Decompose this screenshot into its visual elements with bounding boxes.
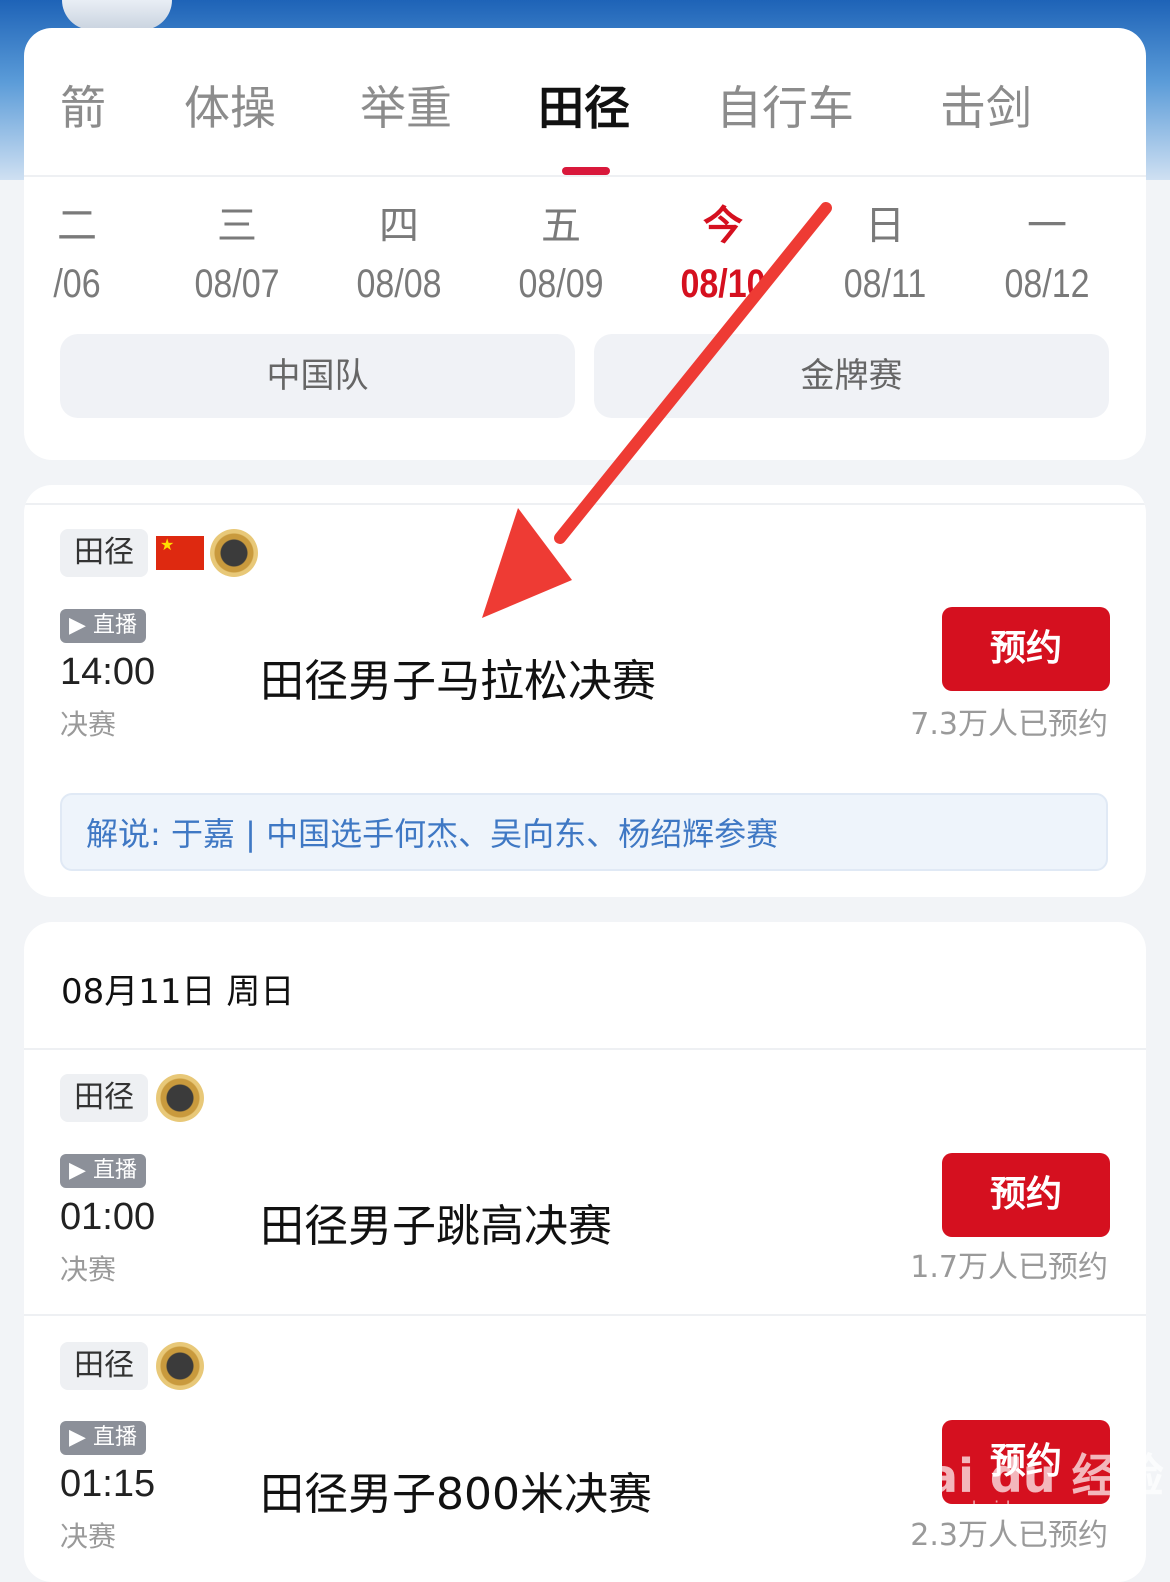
commentary-bar[interactable]: 解说: 于嘉 | 中国选手何杰、吴向东、杨绍辉参赛 [60,793,1108,871]
tab-archery[interactable]: 箭 [60,72,106,138]
day-thu[interactable]: 四 08/08 [334,198,464,314]
live-badge: ▶ 直播 [60,1421,146,1455]
active-tab-indicator [562,167,610,175]
live-label: 直播 [92,1158,137,1183]
day-fri[interactable]: 五 08/09 [496,198,626,314]
sport-tag: 田径 [60,1074,148,1122]
day-weekday: 四 [379,203,419,249]
divider [24,175,1146,177]
tab-cycling[interactable]: 自行车 [716,72,854,138]
sport-tag: 田径 [60,1342,148,1390]
china-flag-icon: ★ [156,536,204,570]
live-badge: ▶ 直播 [60,1154,146,1188]
live-label: 直播 [92,1425,137,1450]
date-header: 08月11日 周日 [61,972,295,1012]
day-weekday: 三 [217,203,257,249]
day-sun[interactable]: 日 08/11 [820,198,950,314]
live-badge: ▶ 直播 [60,609,146,643]
tab-weightlifting[interactable]: 举重 [360,72,452,138]
schedule-filter-card: 箭 体操 举重 田径 自行车 击剑 二 /06 三 08/07 四 08/08 … [24,28,1146,460]
reservation-count: 1.7万人已预约 [910,1250,1108,1285]
day-date: 08/10 [680,262,766,306]
day-date: 08/12 [1004,262,1090,306]
day-date: 08/07 [194,262,280,306]
day-weekday: 二 [57,203,97,249]
day-weekday: 日 [865,203,905,249]
tab-fencing[interactable]: 击剑 [940,72,1032,138]
gold-medal-icon [210,529,258,577]
divider [24,1314,1146,1316]
reserve-button[interactable]: 预约 [942,607,1110,691]
day-weekday: 五 [541,203,581,249]
event-time: 01:15 [60,1463,156,1505]
event-title[interactable]: 田径男子马拉松决赛 [260,645,656,709]
tab-athletics[interactable]: 田径 [538,72,630,138]
day-mon[interactable]: 一 08/12 [982,198,1112,314]
day-date: 08/08 [356,262,442,306]
gold-medal-icon [156,1342,204,1390]
day-date: 08/11 [843,262,927,306]
event-title[interactable]: 田径男子跳高决赛 [260,1190,612,1254]
tab-gymnastics[interactable]: 体操 [184,72,276,138]
avatar [62,0,172,30]
gold-medal-icon [156,1074,204,1122]
event-stage: 决赛 [60,1253,117,1286]
filter-gold-medal-button[interactable]: 金牌赛 [594,334,1109,418]
reserve-button[interactable]: 预约 [942,1153,1110,1237]
sport-tag: 田径 [60,529,148,577]
live-label: 直播 [92,613,137,638]
day-today[interactable]: 今 08/10 [658,198,788,314]
watermark-logo: Bai du 经验 [892,1449,1164,1503]
event-time: 01:00 [60,1196,156,1238]
day-weekday: 一 [1027,203,1067,249]
event-card: 田径 ★ ▶ 直播 14:00 决赛 田径男子马拉松决赛 预约 7.3万人已预约… [24,485,1146,897]
day-weekday: 今 [703,203,743,249]
event-title[interactable]: 田径男子800米决赛 [260,1458,652,1522]
divider [24,1048,1146,1050]
watermark-url: jingyan.baidu.com [900,1498,1067,1519]
event-time: 14:00 [60,651,156,693]
day-date: 08/09 [518,262,604,306]
day-date: /06 [53,262,101,306]
day-wed[interactable]: 三 08/07 [172,198,302,314]
divider [24,503,1146,505]
event-stage: 决赛 [60,1520,117,1553]
sport-tabs: 箭 体操 举重 田径 自行车 击剑 [24,28,1146,176]
event-stage: 决赛 [60,708,117,741]
filter-china-team-button[interactable]: 中国队 [60,334,575,418]
day-tue[interactable]: 二 /06 [24,198,142,314]
reservation-count: 7.3万人已预约 [910,707,1108,742]
